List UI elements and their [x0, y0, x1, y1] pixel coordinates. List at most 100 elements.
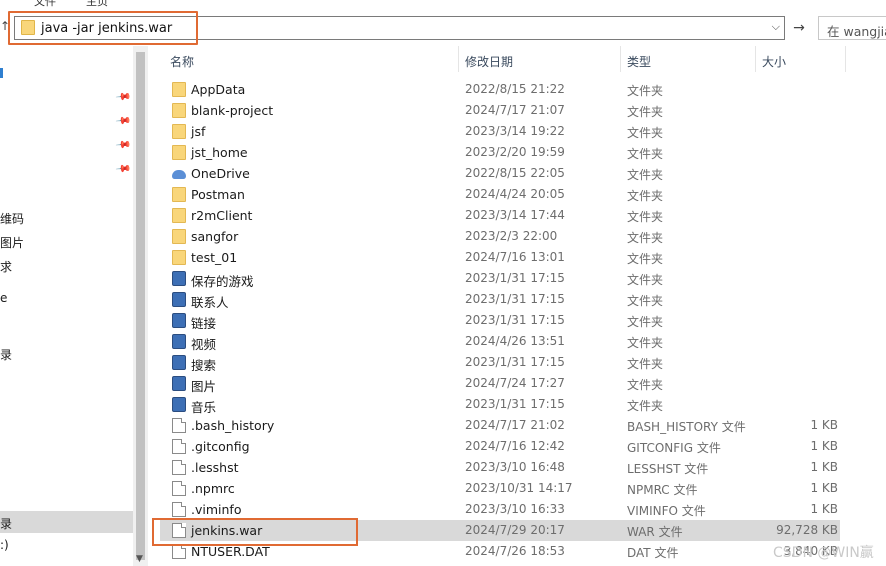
file-name: r2mClient [191, 208, 253, 223]
file-type: 文件夹 [627, 210, 664, 224]
column-divider[interactable] [458, 46, 459, 72]
pin-icon[interactable]: 📌 [115, 161, 132, 177]
file-date: 2024/7/29 20:17 [465, 523, 565, 537]
file-type: 文件夹 [627, 189, 664, 203]
scrollbar-thumb[interactable] [136, 52, 145, 560]
column-header: 名称 修改日期 类型 大小 [160, 46, 886, 72]
nav-item[interactable]: 录 [0, 346, 12, 363]
file-row[interactable]: jsf 2023/3/14 19:22 文件夹 [160, 121, 840, 142]
file-name: .bash_history [191, 418, 275, 433]
folder-icon [172, 145, 186, 160]
file-type: 文件夹 [627, 357, 664, 371]
file-type: 文件夹 [627, 294, 664, 308]
file-type: 文件夹 [627, 231, 664, 245]
file-type: 文件夹 [627, 147, 664, 161]
file-row[interactable]: Postman 2024/4/24 20:05 文件夹 [160, 184, 840, 205]
file-row[interactable]: sangfor 2023/2/3 22:00 文件夹 [160, 226, 840, 247]
pin-icon[interactable]: 📌 [115, 89, 132, 105]
nav-item[interactable]: e [0, 291, 7, 305]
file-size: 1 KB [810, 439, 838, 453]
nav-scrollbar[interactable]: ▼ [133, 46, 148, 566]
file-name: .viminfo [191, 502, 242, 517]
chevron-down-icon[interactable]: ⌵ [772, 20, 780, 34]
nav-item-label: 录 [0, 517, 13, 531]
file-name: 联系人 [191, 295, 229, 310]
file-row[interactable]: 链接 2023/1/31 17:15 文件夹 [160, 310, 840, 331]
file-row[interactable]: .gitconfig 2024/7/16 12:42 GITCONFIG 文件 1 K… [160, 436, 840, 457]
contacts-icon [172, 292, 186, 307]
navigation-pane: 📌 📌 📌 📌 维码 图片 求 e 录 [0, 46, 133, 566]
file-name: 搜索 [191, 358, 217, 373]
file-name: NTUSER.DAT [191, 544, 270, 559]
file-row[interactable]: 视频 2024/4/26 13:51 文件夹 [160, 331, 840, 352]
file-date: 2023/3/14 17:44 [465, 208, 565, 222]
column-header-size[interactable]: 大小 [762, 53, 786, 70]
scroll-down-icon[interactable]: ▼ [136, 554, 143, 564]
file-name: jst_home [191, 145, 248, 160]
file-row[interactable]: .viminfo 2023/3/10 16:33 VIMINFO 文件 1 KB [160, 499, 840, 520]
file-row[interactable]: .npmrc 2023/10/31 14:17 NPMRC 文件 1 KB [160, 478, 840, 499]
links-icon [172, 313, 186, 328]
file-type: LESSHST 文件 [627, 462, 709, 476]
column-divider[interactable] [845, 46, 846, 72]
file-row[interactable]: blank-project 2024/7/17 21:07 文件夹 [160, 100, 840, 121]
file-row[interactable]: OneDrive 2022/8/15 22:05 文件夹 [160, 163, 840, 184]
nav-item[interactable]: 图片 [0, 234, 24, 251]
file-row[interactable]: 图片 2024/7/24 17:27 文件夹 [160, 373, 840, 394]
go-arrow-button[interactable]: → [789, 17, 809, 39]
column-header-type[interactable]: 类型 [627, 53, 651, 70]
file-date: 2024/7/24 17:27 [465, 376, 565, 390]
folder-icon [172, 208, 186, 223]
file-type: 文件夹 [627, 105, 664, 119]
file-date: 2024/7/17 21:02 [465, 418, 565, 432]
file-date: 2023/1/31 17:15 [465, 397, 565, 411]
file-date: 2023/3/14 19:22 [465, 124, 565, 138]
file-icon [172, 502, 186, 517]
file-size: 1 KB [810, 502, 838, 516]
column-divider[interactable] [620, 46, 621, 72]
music-icon [172, 397, 186, 412]
nav-item-selected[interactable]: 录 [0, 511, 133, 533]
file-row[interactable]: r2mClient 2023/3/14 17:44 文件夹 [160, 205, 840, 226]
column-header-date[interactable]: 修改日期 [465, 53, 513, 70]
file-name: jsf [191, 124, 206, 139]
file-date: 2024/7/26 18:53 [465, 544, 565, 558]
file-row[interactable]: jst_home 2023/2/20 19:59 文件夹 [160, 142, 840, 163]
pin-icon[interactable]: 📌 [115, 113, 132, 129]
pictures-icon [172, 376, 186, 391]
file-date: 2023/1/31 17:15 [465, 292, 565, 306]
ribbon-tab-file[interactable]: 文件 [34, 0, 56, 9]
file-row[interactable]: 搜索 2023/1/31 17:15 文件夹 [160, 352, 840, 373]
file-row[interactable]: .lesshst 2023/3/10 16:48 LESSHST 文件 1 KB [160, 457, 840, 478]
file-date: 2022/8/15 21:22 [465, 82, 565, 96]
file-name: Postman [191, 187, 245, 202]
search-box[interactable]: 在 wangjia [818, 16, 886, 40]
file-row[interactable]: .bash_history 2024/7/17 21:02 BASH_HISTORY… [160, 415, 840, 436]
pin-icon[interactable]: 📌 [115, 137, 132, 153]
ribbon-tab-home[interactable]: 主页 [86, 0, 108, 9]
file-date: 2023/3/10 16:48 [465, 460, 565, 474]
file-row[interactable]: AppData 2022/8/15 21:22 文件夹 [160, 79, 840, 100]
column-header-name[interactable]: 名称 [170, 53, 194, 70]
folder-icon [172, 124, 186, 139]
nav-item[interactable]: 维码 [0, 210, 24, 227]
file-type: 文件夹 [627, 84, 664, 98]
file-row[interactable]: 联系人 2023/1/31 17:15 文件夹 [160, 289, 840, 310]
file-type: 文件夹 [627, 252, 664, 266]
folder-icon [172, 250, 186, 265]
column-divider[interactable] [755, 46, 756, 72]
file-row[interactable]: test_01 2024/7/16 13:01 文件夹 [160, 247, 840, 268]
nav-item-drive-d[interactable]: :) [0, 538, 9, 552]
file-date: 2023/2/20 19:59 [465, 145, 565, 159]
search-placeholder: 在 wangjia [827, 24, 886, 39]
file-row[interactable]: 保存的游戏 2023/1/31 17:15 文件夹 [160, 268, 840, 289]
file-name: test_01 [191, 250, 238, 265]
file-type: 文件夹 [627, 126, 664, 140]
file-type: GITCONFIG 文件 [627, 441, 721, 455]
file-row[interactable]: 音乐 2023/1/31 17:15 文件夹 [160, 394, 840, 415]
nav-item[interactable]: 求 [0, 258, 12, 275]
file-icon [172, 481, 186, 496]
file-icon [172, 418, 186, 433]
searches-icon [172, 355, 186, 370]
file-type: NPMRC 文件 [627, 483, 698, 497]
